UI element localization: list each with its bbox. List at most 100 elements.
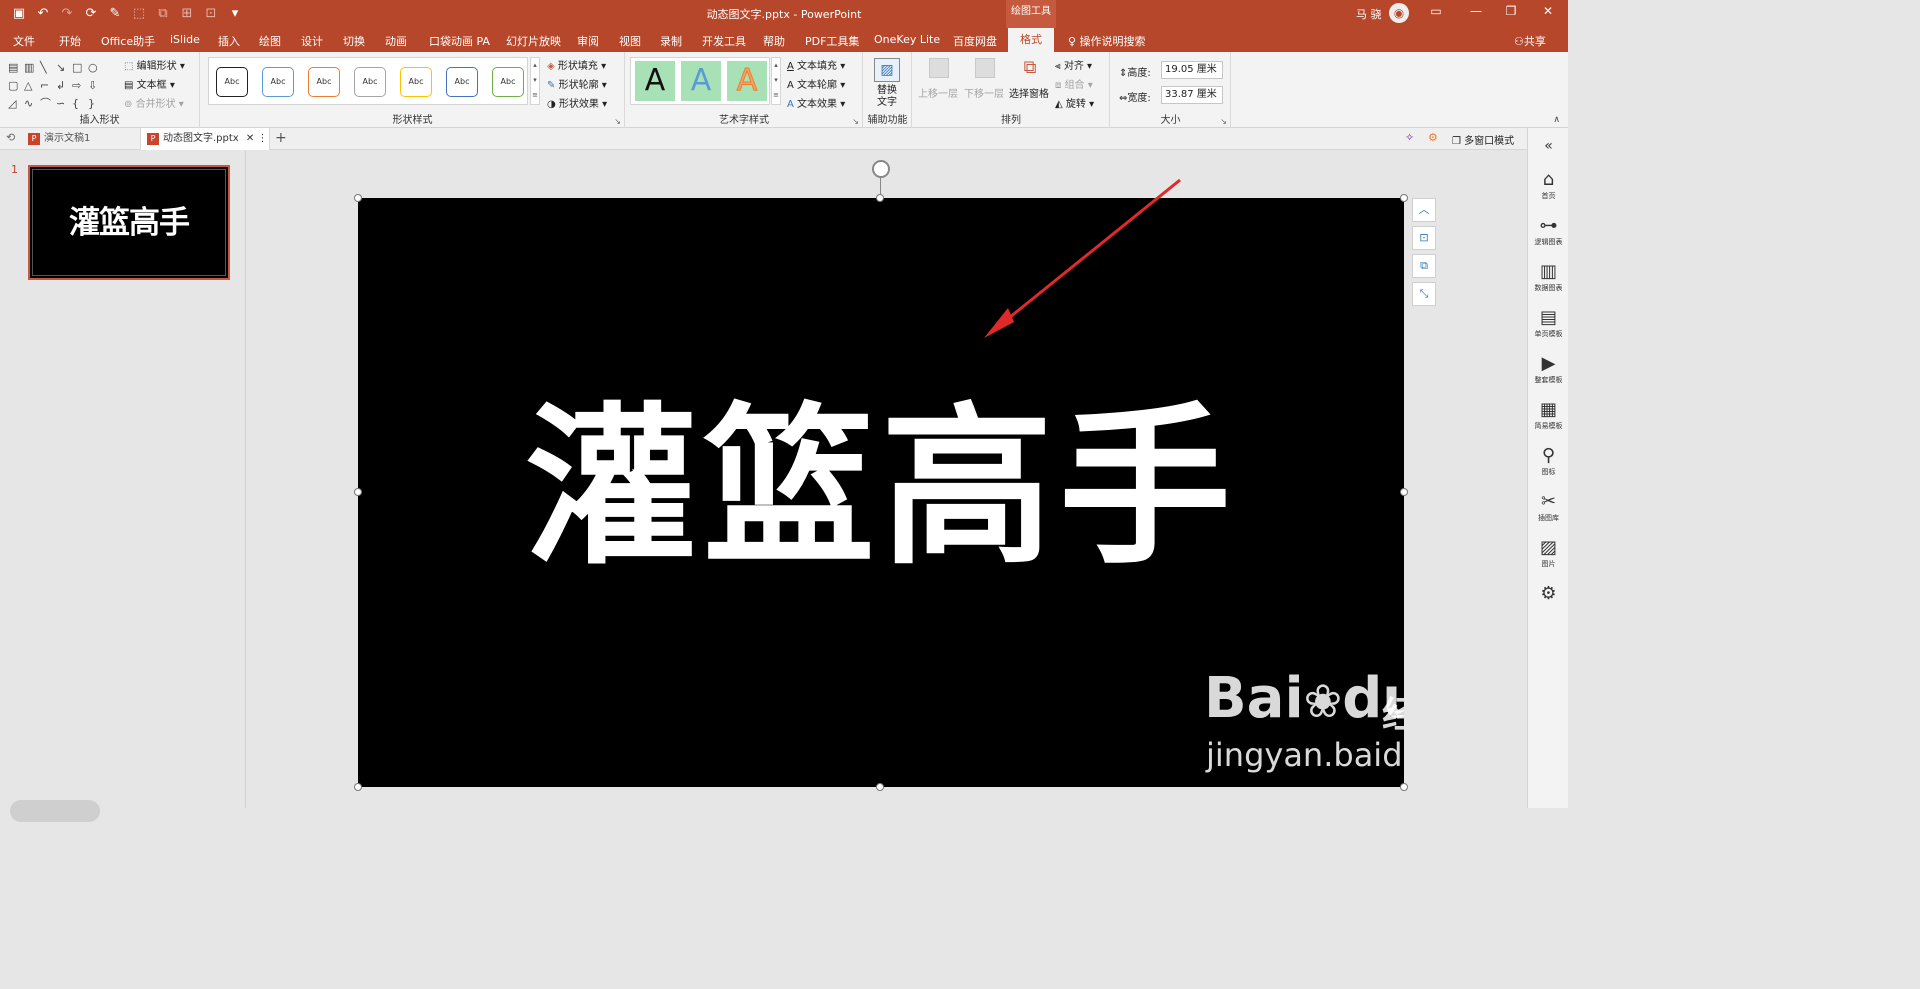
close-icon[interactable]: ✕	[1538, 4, 1558, 18]
triangle-shape-icon[interactable]: △	[24, 78, 40, 93]
layout-options-icon[interactable]: ⊡	[1412, 226, 1436, 250]
text-effects-button[interactable]: A 文本效果 ▾	[787, 95, 845, 110]
merge-shapes-button[interactable]: ⊚ 合并形状 ▾	[124, 95, 184, 110]
wordart-scroll[interactable]: ▴ ▾ ≡	[771, 57, 781, 105]
vertical-text-shape-icon[interactable]: ▥	[24, 60, 40, 75]
tab-help[interactable]: 帮助	[763, 33, 785, 49]
arc-shape-icon[interactable]: ⌒	[40, 96, 56, 111]
tab-animations[interactable]: 动画	[385, 33, 407, 49]
panel-simple-template[interactable]: ▦ 简易模板	[1528, 400, 1569, 431]
shape-style-4[interactable]: Abc	[354, 67, 386, 97]
height-input[interactable]: 19.05 厘米	[1161, 61, 1223, 79]
tab-file[interactable]: 文件	[13, 33, 35, 49]
doc-tab-dynamic-text[interactable]: P 动态图文字.pptx ✕ ⋮	[140, 128, 270, 150]
panel-data-chart[interactable]: ▥ 数据图表	[1528, 262, 1569, 293]
resize-handle-se[interactable]	[1400, 783, 1408, 791]
brace-left-shape-icon[interactable]: {	[72, 96, 88, 111]
dialog-launcher-icon[interactable]: ↘	[852, 117, 859, 126]
tab-menu-icon[interactable]: ⋮	[257, 133, 267, 144]
shape-style-gallery[interactable]: Abc Abc Abc Abc Abc Abc Abc	[208, 57, 528, 105]
minimize-icon[interactable]: —	[1466, 4, 1486, 18]
resize-handle-s[interactable]	[876, 783, 884, 791]
tab-home[interactable]: 开始	[59, 33, 81, 49]
tab-pocket-animation[interactable]: 口袋动画 PA	[429, 33, 490, 49]
wordart-gallery[interactable]: A A A	[630, 57, 770, 105]
align-button[interactable]: ⫷ 对齐 ▾	[1055, 57, 1092, 72]
shapes-gallery[interactable]: ▤ ▥ ╲ ↘ □ ○ ▢ △ ⌐ ↲ ⇨ ⇩ ◿ ∿ ⌒ ∽{}	[8, 60, 108, 111]
resize-handle-nw[interactable]	[354, 194, 362, 202]
text-box-button[interactable]: ▤ 文本框 ▾	[124, 76, 175, 91]
panel-illustration[interactable]: ✂ 插图库	[1528, 492, 1569, 523]
tab-developer[interactable]: 开发工具	[702, 33, 746, 49]
shape-style-3[interactable]: Abc	[308, 67, 340, 97]
shape-effects-button[interactable]: ◑ 形状效果 ▾	[547, 95, 607, 110]
elbow-connector-shape-icon[interactable]: ⌐	[40, 78, 56, 93]
tab-history-icon[interactable]: ⟲	[6, 131, 15, 144]
scribble-shape-icon[interactable]: ∿	[24, 96, 40, 111]
wordart-style-black[interactable]: A	[635, 61, 675, 101]
slide-thumbnail[interactable]: 灌篮高手	[28, 165, 230, 280]
panel-picture[interactable]: ▨ 图片	[1528, 538, 1569, 569]
shape-style-scroll[interactable]: ▴ ▾ ≡	[530, 57, 540, 105]
ribbon-display-icon[interactable]: ▭	[1426, 4, 1446, 18]
text-outline-button[interactable]: A 文本轮廓 ▾	[787, 76, 845, 91]
plugin-icon[interactable]: ✧	[1405, 131, 1414, 144]
text-fill-button[interactable]: A 文本填充 ▾	[787, 57, 845, 72]
doc-tab-presentation1[interactable]: P 演示文稿1	[22, 128, 140, 150]
panel-settings[interactable]: ⚙	[1528, 584, 1569, 605]
arrow-line-shape-icon[interactable]: ↘	[56, 60, 72, 75]
selection-pane-button[interactable]: 选择窗格	[1009, 85, 1049, 100]
collapse-ribbon-icon[interactable]: ∧	[1553, 115, 1560, 125]
resize-handle-sw[interactable]	[354, 783, 362, 791]
close-tab-icon[interactable]: ✕	[246, 133, 254, 144]
rotate-button[interactable]: ◭ 旋转 ▾	[1055, 95, 1094, 110]
tell-me-search[interactable]: ♀ 操作说明搜索	[1068, 33, 1146, 49]
wordart-style-orange[interactable]: A	[727, 61, 767, 101]
resize-handle-e[interactable]	[1400, 488, 1408, 496]
bring-forward-button[interactable]: 上移一层	[918, 85, 958, 100]
crop-resize-icon[interactable]: ⤡	[1412, 282, 1436, 306]
tab-pdf-tools[interactable]: PDF工具集	[805, 33, 859, 49]
tab-record[interactable]: 录制	[660, 33, 682, 49]
settings-gear-icon[interactable]: ⚙	[1428, 131, 1438, 144]
down-arrow-shape-icon[interactable]: ⇩	[88, 78, 104, 93]
multi-window-mode-button[interactable]: ❐ 多窗口模式	[1452, 132, 1514, 147]
tab-slideshow[interactable]: 幻灯片放映	[506, 33, 561, 49]
tab-format[interactable]: 格式	[1008, 28, 1054, 52]
wordart-style-blue[interactable]: A	[681, 61, 721, 101]
collapse-up-icon[interactable]: ︿	[1412, 198, 1436, 222]
dialog-launcher-icon[interactable]: ↘	[1220, 117, 1227, 126]
tab-islide[interactable]: iSlide	[170, 33, 200, 46]
tab-review[interactable]: 审阅	[577, 33, 599, 49]
brace-right-shape-icon[interactable]: }	[88, 96, 104, 111]
slide[interactable]: 灌篮高手 Bai❀du 经验 jingyan.baidu.com	[358, 198, 1404, 787]
new-tab-icon[interactable]: +	[275, 130, 287, 146]
tab-draw[interactable]: 绘图	[259, 33, 281, 49]
dialog-launcher-icon[interactable]: ↘	[614, 117, 621, 126]
tab-onekey[interactable]: OneKey Lite	[874, 33, 940, 46]
alt-text-button[interactable]: 替换 文字	[877, 85, 897, 109]
textbox-shape-icon[interactable]: ▤	[8, 60, 24, 75]
tab-office-assistant[interactable]: Office助手	[101, 33, 155, 49]
share-button[interactable]: ⚇共享	[1514, 33, 1546, 49]
connector-shape-icon[interactable]: ↲	[56, 78, 72, 93]
avatar[interactable]: ◉	[1389, 3, 1409, 23]
slide-title-text[interactable]: 灌篮高手	[358, 388, 1404, 588]
status-widget[interactable]	[10, 800, 100, 822]
shape-outline-button[interactable]: ✎ 形状轮廓 ▾	[547, 76, 607, 91]
panel-full-template[interactable]: ▶ 整套模板	[1528, 354, 1569, 385]
group-button[interactable]: ⧈ 组合 ▾	[1055, 76, 1093, 91]
collapse-panel-icon[interactable]: «	[1528, 138, 1569, 154]
tab-insert[interactable]: 插入	[218, 33, 240, 49]
tab-view[interactable]: 视图	[619, 33, 641, 49]
rounded-rect-shape-icon[interactable]: ▢	[8, 78, 24, 93]
shape-style-2[interactable]: Abc	[262, 67, 294, 97]
freeform-shape-icon[interactable]: ◿	[8, 96, 24, 111]
panel-home[interactable]: ⌂ 首页	[1528, 170, 1569, 201]
line-shape-icon[interactable]: ╲	[40, 60, 56, 75]
oval-shape-icon[interactable]: ○	[88, 60, 104, 75]
shape-style-7[interactable]: Abc	[492, 67, 524, 97]
user-name[interactable]: 马 骁	[1356, 6, 1382, 22]
tab-design[interactable]: 设计	[301, 33, 323, 49]
panel-logic-chart[interactable]: ⊶ 逻辑图表	[1528, 216, 1569, 247]
